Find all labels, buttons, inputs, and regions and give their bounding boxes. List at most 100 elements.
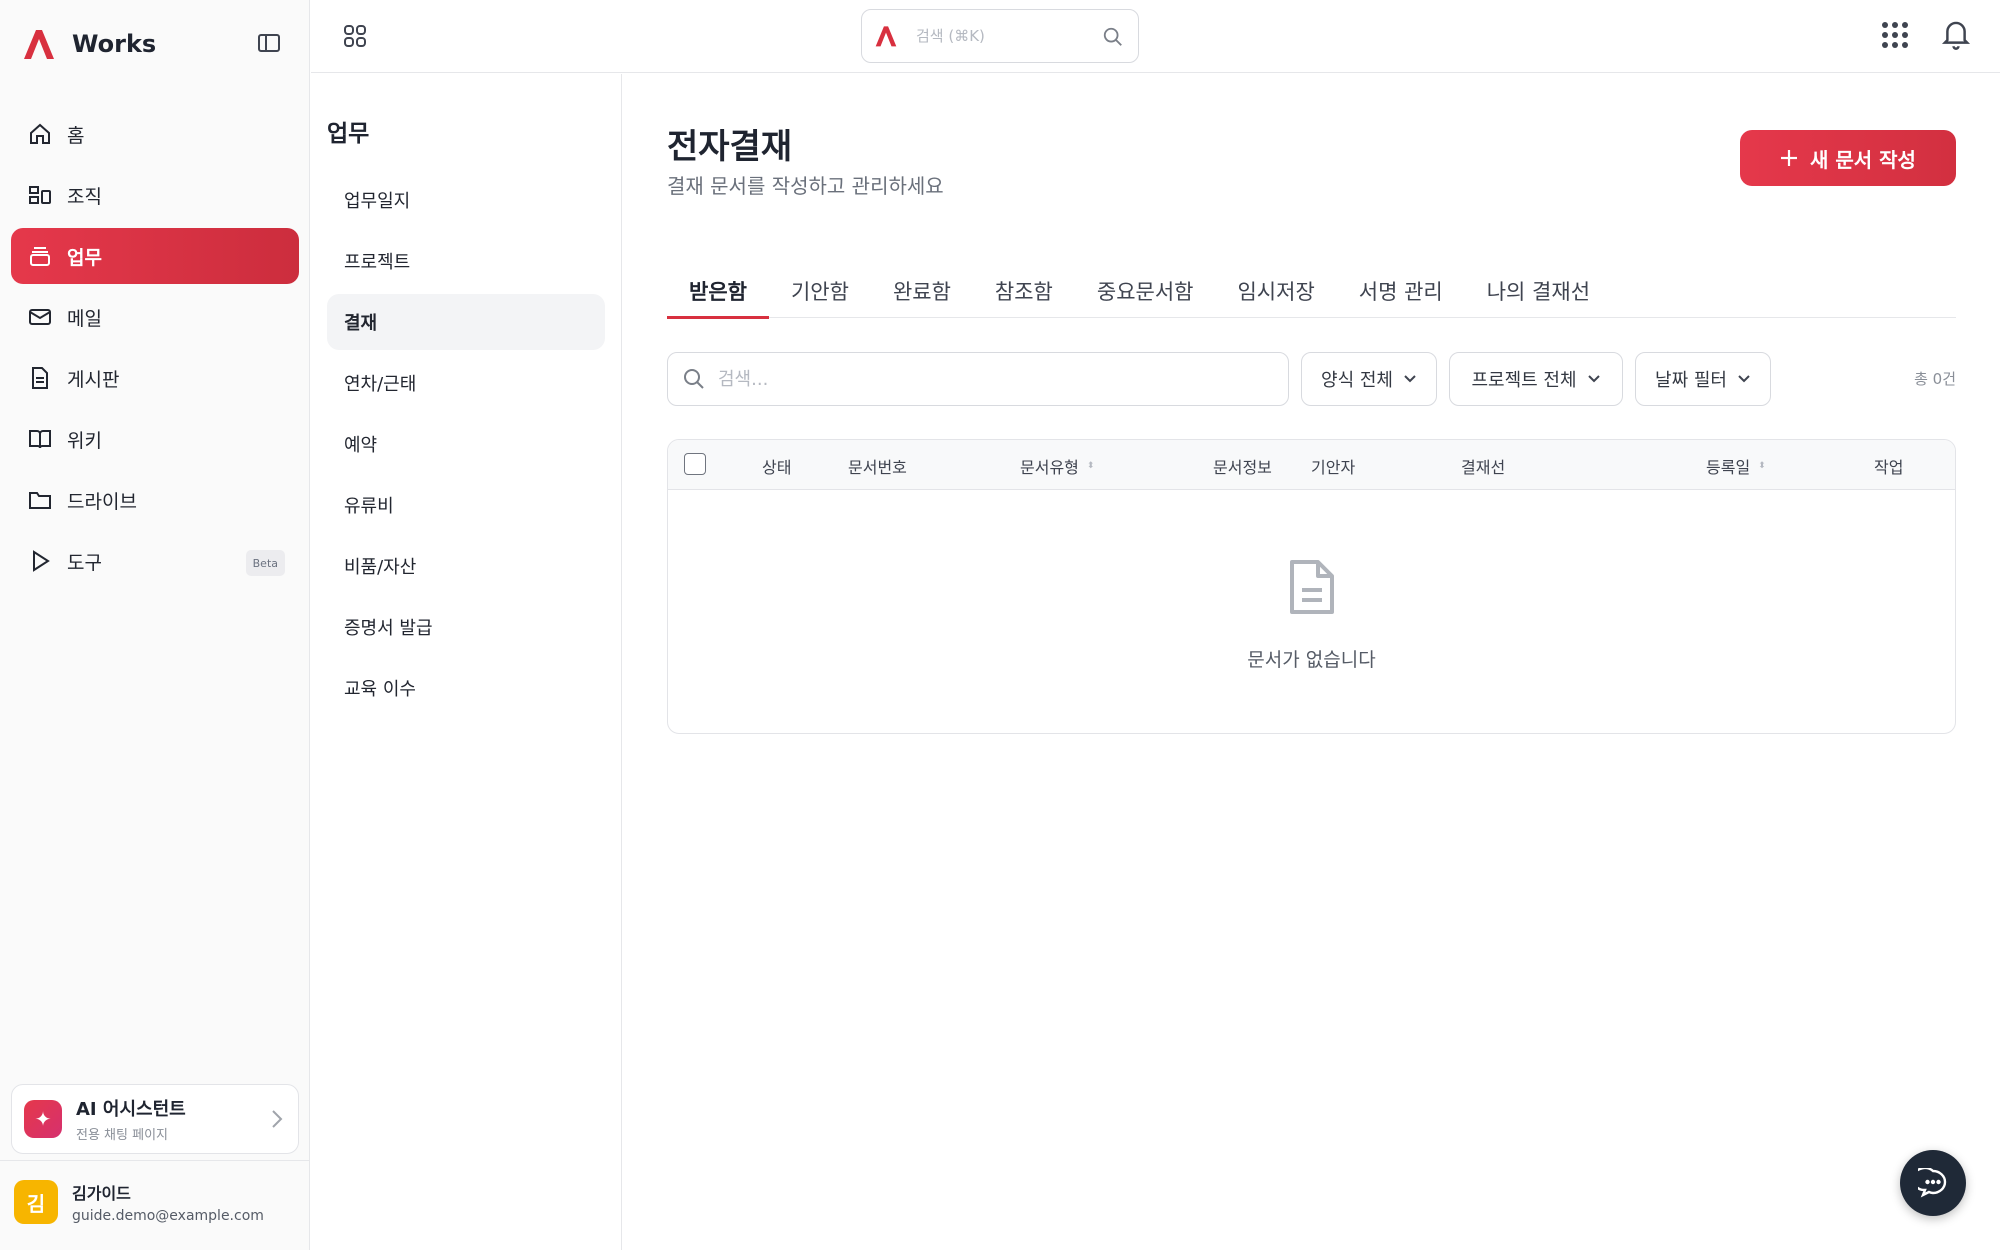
column-approval-line[interactable]: 결재선 [1461,454,1505,478]
column-doc-type[interactable]: 문서유형 ⬍ [1020,454,1094,478]
sidebar-item-home[interactable]: 홈 [11,106,299,162]
sidebar-item-wiki[interactable]: 위키 [11,411,299,467]
brand-name: Works [72,30,157,58]
tab-my-approval-line[interactable]: 나의 결재선 [1465,264,1612,318]
new-document-button[interactable]: 새 문서 작성 [1740,130,1956,186]
tab-reference[interactable]: 참조함 [973,264,1075,318]
sidebar-item-mail[interactable]: 메일 [11,289,299,345]
subnav-item-training[interactable]: 교육 이수 [327,660,605,716]
brand-logo-icon [24,30,54,59]
sidebar-item-drive[interactable]: 드라이브 [11,472,299,528]
subnav-item-assets[interactable]: 비품/자산 [327,538,605,594]
global-search-input[interactable] [916,27,1086,45]
column-actions: 작업 [1874,454,1903,478]
sidebar-item-label: 홈 [67,124,85,147]
empty-state: 문서가 없습니다 [668,490,1955,733]
sub-nav-title: 업무 [327,121,370,147]
apps-grid-icon [344,25,366,47]
tab-signature[interactable]: 서명 관리 [1337,264,1465,318]
play-icon [27,548,53,574]
sidebar-item-label: 도구 [67,551,102,574]
subnav-item-worklog[interactable]: 업무일지 [327,172,605,228]
column-status[interactable]: 상태 [762,454,791,478]
document-search[interactable] [667,352,1289,406]
bell-icon [1941,21,1971,50]
mail-icon [27,304,53,330]
user-name: 김가이드 [72,1184,131,1203]
tab-temp-saved[interactable]: 임시저장 [1215,264,1336,318]
sidebar-collapse-button[interactable] [254,28,284,58]
app-root: Works 홈 조직 업무 메일 게시판 위키 드라이브 도구 Beta ✦ A… [0,0,2000,1250]
apps-menu-button[interactable] [339,20,371,52]
board-icon [27,365,53,391]
sidebar-item-board[interactable]: 게시판 [11,350,299,406]
ai-assistant-card[interactable]: ✦ AI 어시스턴트 전용 채팅 페이지 [11,1084,299,1154]
subnav-item-project[interactable]: 프로젝트 [327,233,605,289]
column-doc-number[interactable]: 문서번호 [848,454,907,478]
document-icon [1290,560,1334,614]
form-filter-dropdown[interactable]: 양식 전체 [1301,352,1437,406]
table-header: 상태 문서번호 문서유형 ⬍ 문서정보 기안자 결재선 등록일 ⬍ 작업 [668,440,1955,490]
subnav-item-leave[interactable]: 연차/근태 [327,355,605,411]
sidebar-item-label: 업무 [67,246,102,269]
chevron-down-icon [1587,375,1600,383]
column-drafter[interactable]: 기안자 [1311,454,1355,478]
sidebar-item-label: 위키 [67,429,102,452]
column-registered-date-label: 등록일 [1706,458,1751,477]
sidebar-item-org[interactable]: 조직 [11,167,299,223]
column-doc-info-label: 문서정보 [1213,458,1272,477]
chat-fab-button[interactable] [1900,1150,1966,1216]
tab-inbox[interactable]: 받은함 [667,264,769,319]
topbar [311,0,2000,73]
column-doc-type-label: 문서유형 [1020,458,1079,477]
brand[interactable]: Works [22,26,156,62]
avatar: 김 [14,1180,58,1224]
sidebar-item-label: 조직 [67,185,102,208]
folder-icon [27,487,53,513]
sidebar-item-work[interactable]: 업무 [11,228,299,284]
main-content: 전자결재 결재 문서를 작성하고 관리하세요 새 문서 작성 받은함 기안함 완… [622,74,2000,1250]
sidebar-item-label: 메일 [67,307,102,330]
work-icon [27,243,53,269]
notifications-button[interactable] [1941,18,1971,54]
column-actions-label: 작업 [1874,458,1904,477]
documents-table: 상태 문서번호 문서유형 ⬍ 문서정보 기안자 결재선 등록일 ⬍ 작업 문서가 없… [667,439,1956,734]
sidebar-item-label: 드라이브 [67,490,137,513]
tab-important[interactable]: 중요문서함 [1075,264,1216,318]
column-drafter-label: 기안자 [1311,458,1356,477]
column-doc-number-label: 문서번호 [848,458,907,477]
global-search[interactable] [861,9,1139,63]
subnav-item-certificate[interactable]: 증명서 발급 [327,599,605,655]
filter-row: 양식 전체 프로젝트 전체 날짜 필터 총 0건 [667,352,1956,406]
page-subtitle: 결재 문서를 작성하고 관리하세요 [667,174,944,198]
project-filter-dropdown[interactable]: 프로젝트 전체 [1449,352,1623,406]
org-icon [27,182,53,208]
select-all-checkbox[interactable] [684,453,706,475]
project-filter-value: 프로젝트 전체 [1471,370,1577,391]
sidebar: Works 홈 조직 업무 메일 게시판 위키 드라이브 도구 Beta ✦ A… [0,0,310,1250]
new-document-label: 새 문서 작성 [1810,147,1916,172]
subnav-item-reservation[interactable]: 예약 [327,416,605,472]
column-doc-info[interactable]: 문서정보 [1213,454,1272,478]
search-icon [1103,27,1122,46]
document-search-input[interactable] [718,368,1258,390]
date-filter-value: 날짜 필터 [1655,370,1727,391]
date-filter-dropdown[interactable]: 날짜 필터 [1635,352,1771,406]
user-profile[interactable]: 김 김가이드 guide.demo@example.com [14,1180,264,1224]
sidebar-item-tools[interactable]: 도구 Beta [11,533,299,589]
tab-completed[interactable]: 완료함 [871,264,973,318]
user-divider [0,1160,310,1161]
app-launcher-button[interactable] [1880,20,1910,54]
subnav-item-approval[interactable]: 결재 [327,294,605,350]
sidebar-toggle-icon [258,34,280,52]
column-registered-date[interactable]: 등록일 ⬍ [1706,454,1766,478]
sub-nav-list: 업무일지 프로젝트 결재 연차/근태 예약 유류비 비품/자산 증명서 발급 교… [327,172,605,721]
dots-grid-icon [1882,22,1908,48]
tab-drafted[interactable]: 기안함 [769,264,871,318]
book-icon [27,426,53,452]
subnav-item-fuel[interactable]: 유류비 [327,477,605,533]
sub-nav: 업무 업무일지 프로젝트 결재 연차/근태 예약 유류비 비품/자산 증명서 발… [311,74,622,1250]
approval-tabs: 받은함 기안함 완료함 참조함 중요문서함 임시저장 서명 관리 나의 결재선 [667,264,1956,319]
column-status-label: 상태 [762,458,792,477]
form-filter-value: 양식 전체 [1321,370,1393,391]
